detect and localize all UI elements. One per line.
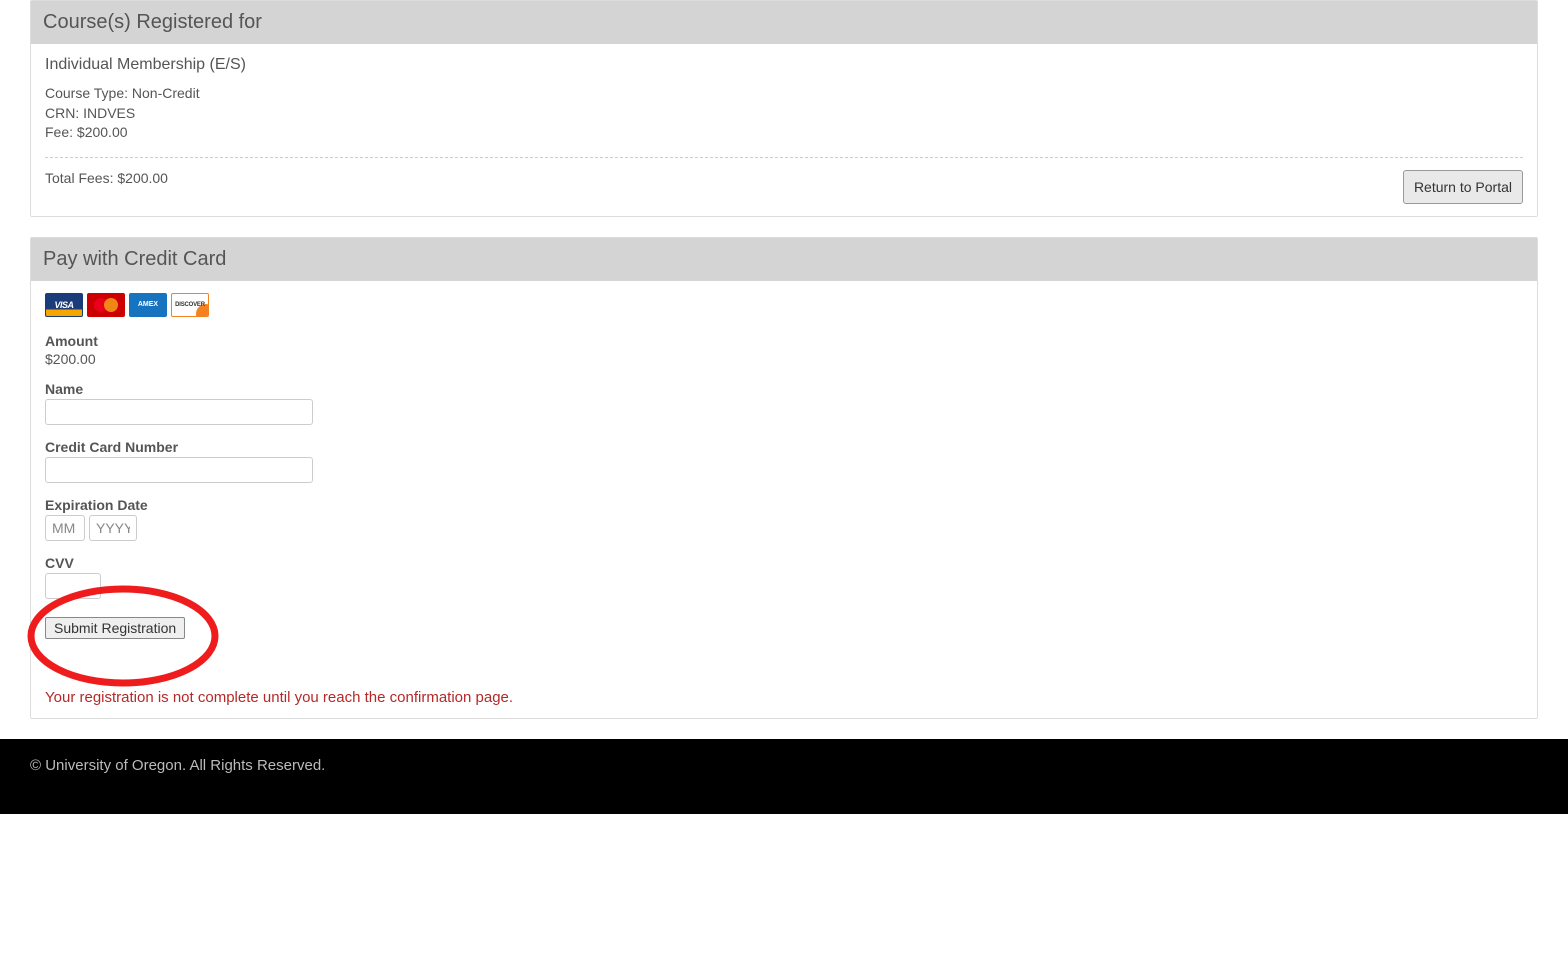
course-type-line: Course Type: Non-Credit — [45, 84, 1523, 104]
payment-panel: Pay with Credit Card VISA AMEX DISCOVER … — [30, 237, 1538, 719]
courses-registered-panel: Course(s) Registered for Individual Memb… — [30, 0, 1538, 217]
visa-icon: VISA — [45, 293, 83, 317]
course-details: Course Type: Non-Credit CRN: INDVES Fee:… — [45, 84, 1523, 143]
courses-panel-title: Course(s) Registered for — [31, 1, 1537, 44]
name-input[interactable] — [45, 399, 313, 425]
discover-icon: DISCOVER — [171, 293, 209, 317]
copyright-text: © University of Oregon. All Rights Reser… — [30, 757, 325, 774]
registration-warning: Your registration is not complete until … — [45, 689, 1523, 706]
amex-icon: AMEX — [129, 293, 167, 317]
page-footer: © University of Oregon. All Rights Reser… — [0, 739, 1568, 814]
mastercard-icon — [87, 293, 125, 317]
exp-month-input[interactable] — [45, 515, 85, 541]
course-divider — [45, 157, 1523, 158]
exp-year-input[interactable] — [89, 515, 137, 541]
cvv-label: CVV — [45, 555, 1523, 571]
submit-registration-button[interactable]: Submit Registration — [45, 617, 185, 639]
payment-panel-title: Pay with Credit Card — [31, 238, 1537, 281]
expiration-label: Expiration Date — [45, 497, 1523, 513]
amount-label: Amount — [45, 333, 1523, 349]
cvv-input[interactable] — [45, 573, 101, 599]
amount-value: $200.00 — [45, 351, 1523, 367]
name-label: Name — [45, 381, 1523, 397]
return-to-portal-button[interactable]: Return to Portal — [1403, 170, 1523, 204]
card-number-input[interactable] — [45, 457, 313, 483]
total-fees: Total Fees: $200.00 — [45, 170, 168, 186]
fee-line: Fee: $200.00 — [45, 123, 1523, 143]
crn-line: CRN: INDVES — [45, 104, 1523, 124]
accepted-cards-row: VISA AMEX DISCOVER — [45, 293, 1523, 317]
card-number-label: Credit Card Number — [45, 439, 1523, 455]
course-name: Individual Membership (E/S) — [45, 56, 1523, 74]
